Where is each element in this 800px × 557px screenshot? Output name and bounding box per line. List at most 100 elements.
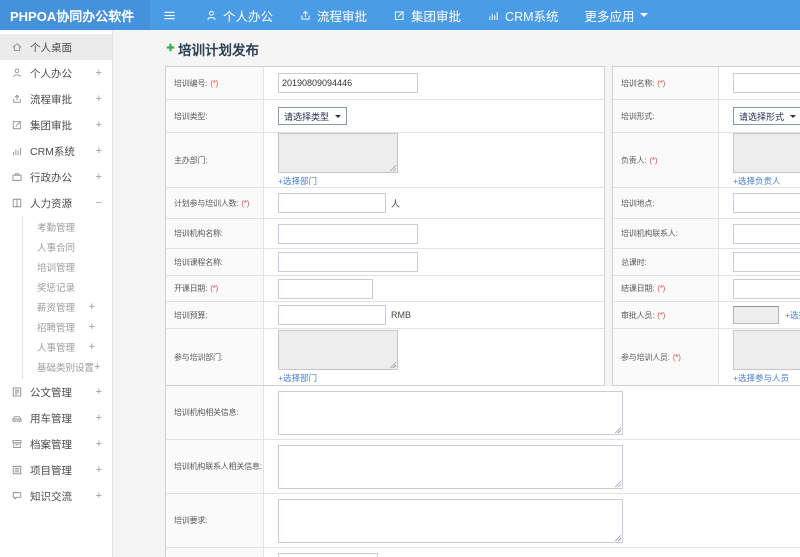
required-mark: (*) bbox=[657, 284, 666, 293]
field-label: 计划参与培训人数: (*) bbox=[166, 188, 264, 218]
textarea-input[interactable] bbox=[278, 498, 623, 543]
expand-icon[interactable]: + bbox=[96, 67, 102, 79]
field-cell bbox=[264, 67, 604, 99]
sidebar-subitem-0[interactable]: 考勤管理 bbox=[23, 217, 112, 237]
text-input[interactable] bbox=[733, 223, 800, 244]
nav-item-2[interactable]: 集团审批 bbox=[393, 6, 461, 25]
menu-icon[interactable] bbox=[150, 0, 191, 30]
sidebar-subitem-4[interactable]: 薪资管理 + bbox=[23, 297, 112, 317]
text-input[interactable] bbox=[733, 252, 800, 272]
resize-handle-icon bbox=[614, 533, 621, 541]
text-input[interactable] bbox=[278, 73, 418, 93]
field-label-text: 参与培训人员: bbox=[621, 352, 670, 362]
form-row: 培训名称: (*) bbox=[613, 67, 800, 100]
text-input[interactable] bbox=[278, 305, 386, 325]
field-label: 培训编号: (*) bbox=[166, 67, 264, 99]
sidebar-item-11[interactable]: 知识交流 + bbox=[0, 483, 112, 509]
readonly-textarea[interactable] bbox=[733, 133, 800, 173]
nav-item-1[interactable]: 流程审批 bbox=[299, 6, 367, 25]
archive-icon bbox=[11, 438, 23, 450]
picker-link[interactable]: +选择审批人员 bbox=[785, 309, 800, 321]
text-input[interactable] bbox=[278, 252, 418, 272]
expand-icon[interactable]: + bbox=[96, 490, 102, 502]
sidebar-item-5[interactable]: 行政办公 + bbox=[0, 164, 112, 190]
field-label: 培训名称: (*) bbox=[613, 67, 719, 99]
picker-link[interactable]: +选择部门 bbox=[278, 372, 317, 384]
nav-item-label: 流程审批 bbox=[317, 9, 368, 24]
text-input[interactable] bbox=[733, 278, 800, 299]
text-input[interactable] bbox=[278, 278, 373, 299]
sidebar-item-0[interactable]: 个人桌面 bbox=[0, 34, 112, 60]
picker-link[interactable]: +选择负责人 bbox=[733, 175, 780, 187]
nav-item-3[interactable]: CRM系统 bbox=[487, 6, 559, 25]
form-row: 主办部门: +选择部门 bbox=[166, 133, 604, 188]
expand-icon[interactable]: + bbox=[96, 438, 102, 450]
sidebar-item-7[interactable]: 公文管理 + bbox=[0, 379, 112, 405]
field-label: 培训机构联系人: bbox=[613, 219, 719, 248]
sidebar-subitem-6[interactable]: 人事管理 + bbox=[23, 337, 112, 357]
expand-icon[interactable]: + bbox=[96, 93, 102, 105]
expand-icon[interactable]: + bbox=[89, 321, 95, 333]
field-label-text: 负责人: bbox=[621, 155, 647, 165]
readonly-textarea[interactable] bbox=[278, 133, 398, 173]
resize-handle-icon bbox=[614, 425, 621, 433]
sidebar-item-10[interactable]: 项目管理 + bbox=[0, 457, 112, 483]
expand-icon[interactable]: + bbox=[94, 361, 100, 373]
sidebar-item-2[interactable]: 流程审批 + bbox=[0, 86, 112, 112]
sidebar-item-8[interactable]: 用车管理 + bbox=[0, 405, 112, 431]
file-input[interactable] bbox=[278, 553, 378, 557]
expand-icon[interactable]: − bbox=[96, 197, 102, 209]
picker-link[interactable]: +选择部门 bbox=[278, 175, 317, 187]
nav-item-4[interactable]: 更多应用 bbox=[585, 6, 648, 25]
text-input[interactable] bbox=[733, 193, 800, 213]
sidebar-subitem-5[interactable]: 招聘管理 + bbox=[23, 317, 112, 337]
sidebar-subitem-7[interactable]: 基础类别设置 + bbox=[23, 357, 112, 377]
readonly-textarea[interactable] bbox=[733, 330, 800, 370]
form-row: 培训课程名称: bbox=[166, 249, 604, 276]
expand-icon[interactable]: + bbox=[96, 464, 102, 476]
expand-icon[interactable]: + bbox=[96, 119, 102, 131]
readonly-input[interactable] bbox=[733, 306, 779, 324]
field-label: 总课时: bbox=[613, 249, 719, 275]
select-dropdown[interactable]: 请选择类型 bbox=[278, 107, 348, 125]
sidebar-submenu: 考勤管理 人事合同 培训管理 奖惩记录 薪资管理 + 招聘管理 + 人事管理 + 基础类别设置 + bbox=[22, 216, 112, 379]
nav-item-0[interactable]: 个人办公 bbox=[205, 6, 273, 25]
textarea-input[interactable] bbox=[278, 444, 623, 489]
form-row: 培训要求: bbox=[166, 494, 800, 548]
resize-handle-icon bbox=[614, 479, 621, 487]
required-mark: (*) bbox=[210, 78, 219, 88]
readonly-textarea[interactable] bbox=[278, 330, 398, 370]
sidebar-subitem-label: 人事管理 bbox=[37, 343, 76, 354]
chart-icon bbox=[11, 145, 23, 157]
sidebar-item-4[interactable]: CRM系统 + bbox=[0, 138, 112, 164]
expand-icon[interactable]: + bbox=[96, 145, 102, 157]
sidebar-item-3[interactable]: 集团审批 + bbox=[0, 112, 112, 138]
expand-icon[interactable]: + bbox=[96, 171, 102, 183]
text-input[interactable] bbox=[733, 73, 800, 93]
field-label: 培训预算: bbox=[166, 302, 264, 328]
sidebar-item-1[interactable]: 个人办公 + bbox=[0, 60, 112, 86]
expand-icon[interactable]: + bbox=[89, 301, 95, 313]
user-icon bbox=[205, 9, 218, 22]
select-dropdown[interactable]: 请选择形式 bbox=[733, 107, 800, 125]
sidebar-subitem-2[interactable]: 培训管理 bbox=[23, 257, 112, 277]
expand-icon[interactable]: + bbox=[89, 341, 95, 353]
picker-link[interactable]: +选择参与人员 bbox=[733, 372, 789, 384]
text-input[interactable] bbox=[278, 193, 386, 213]
textarea-input[interactable] bbox=[278, 390, 623, 435]
form-row: 培训编号: (*) bbox=[166, 67, 604, 100]
sidebar-subitem-1[interactable]: 人事合同 bbox=[23, 237, 112, 257]
expand-icon[interactable]: + bbox=[96, 412, 102, 424]
field-cell: +选择部门 bbox=[264, 133, 604, 187]
sidebar-item-6[interactable]: 人力资源 − bbox=[0, 190, 112, 216]
flow-icon bbox=[11, 93, 23, 105]
sidebar-subitem-3[interactable]: 奖惩记录 bbox=[23, 277, 112, 297]
expand-icon[interactable]: + bbox=[96, 386, 102, 398]
chart-icon bbox=[487, 9, 500, 22]
text-input[interactable] bbox=[278, 223, 418, 244]
sidebar-item-9[interactable]: 档案管理 + bbox=[0, 431, 112, 457]
field-cell bbox=[264, 219, 604, 248]
field-cell bbox=[719, 67, 800, 99]
form-row: 结课日期: (*) bbox=[613, 276, 800, 302]
main-content: 培训计划发布 培训编号:(*)培训类型:请选择类型主办部门:+选择部门计划参与培… bbox=[113, 30, 800, 557]
